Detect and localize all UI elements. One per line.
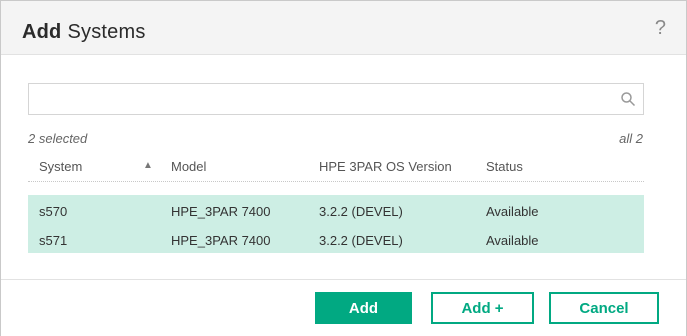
search-box[interactable]	[28, 83, 644, 115]
cell-model: HPE_3PAR 7400	[171, 204, 271, 219]
add-button[interactable]: Add	[315, 292, 412, 324]
dialog-header: Add Systems ?	[1, 1, 686, 55]
cell-status: Available	[486, 233, 539, 248]
dialog-title: Add Systems	[22, 21, 146, 44]
column-header-model[interactable]: Model	[171, 159, 206, 174]
table-row[interactable]: s570 HPE_3PAR 7400 3.2.2 (DEVEL) Availab…	[28, 196, 644, 225]
dialog-footer: Add Add + Cancel	[1, 279, 686, 336]
add-systems-dialog: Add Systems ? 2 selected all 2 System ▲ M…	[0, 0, 687, 336]
cell-system: s571	[39, 233, 68, 248]
cell-os-version: 3.2.2 (DEVEL)	[319, 204, 403, 219]
cell-os-version: 3.2.2 (DEVEL)	[319, 233, 403, 248]
help-icon[interactable]: ?	[655, 17, 666, 40]
table-body: s570 HPE_3PAR 7400 3.2.2 (DEVEL) Availab…	[28, 195, 644, 253]
cancel-button[interactable]: Cancel	[549, 292, 659, 324]
search-input[interactable]	[29, 84, 605, 112]
add-plus-button[interactable]: Add +	[431, 292, 534, 324]
table-row[interactable]: s571 HPE_3PAR 7400 3.2.2 (DEVEL) Availab…	[28, 225, 644, 254]
select-all-link[interactable]: all 2	[619, 131, 643, 146]
column-header-os-version[interactable]: HPE 3PAR OS Version	[319, 159, 452, 174]
dialog-title-noun: Systems	[67, 21, 146, 43]
sort-ascending-icon[interactable]: ▲	[143, 160, 153, 171]
dialog-title-verb: Add	[22, 21, 62, 43]
cell-system: s570	[39, 204, 68, 219]
cell-status: Available	[486, 204, 539, 219]
selected-count: 2 selected	[28, 131, 88, 146]
search-icon[interactable]	[620, 91, 636, 107]
table-header: System ▲ Model HPE 3PAR OS Version Statu…	[28, 153, 644, 182]
column-header-status[interactable]: Status	[486, 159, 523, 174]
cell-model: HPE_3PAR 7400	[171, 233, 271, 248]
column-header-system[interactable]: System	[39, 159, 82, 174]
